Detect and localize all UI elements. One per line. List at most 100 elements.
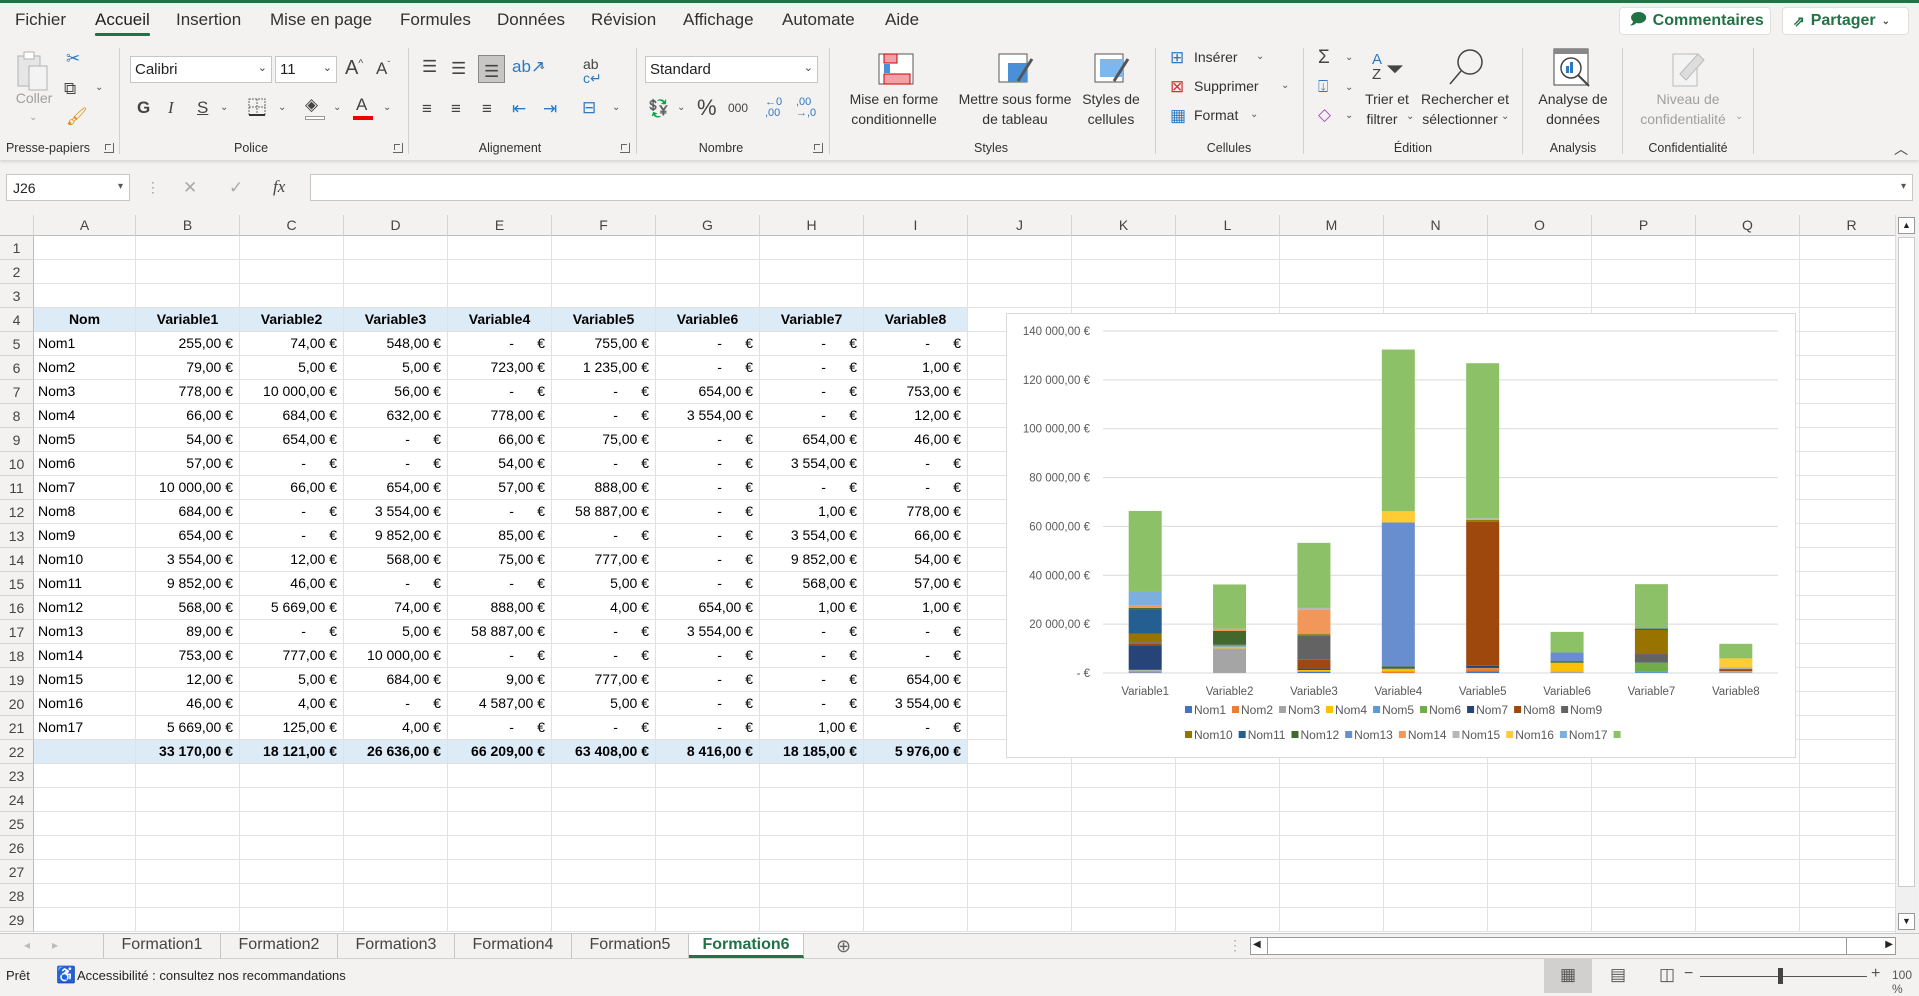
- cell[interactable]: [1800, 908, 1895, 932]
- cell[interactable]: [1696, 860, 1800, 884]
- cell[interactable]: [1800, 836, 1895, 860]
- value-cell[interactable]: - €: [344, 452, 448, 476]
- value-cell[interactable]: - €: [344, 428, 448, 452]
- value-cell[interactable]: - €: [656, 428, 760, 452]
- value-cell[interactable]: 3 554,00 €: [656, 404, 760, 428]
- cell[interactable]: [1800, 812, 1895, 836]
- cell[interactable]: [968, 860, 1072, 884]
- dialog-launcher-icon[interactable]: [393, 143, 403, 153]
- value-cell[interactable]: 4,00 €: [344, 716, 448, 740]
- cell[interactable]: [1384, 884, 1488, 908]
- chevron-down-icon[interactable]: ⌄: [220, 102, 228, 113]
- cell[interactable]: [34, 908, 136, 932]
- drag-handle-icon[interactable]: ⋮: [146, 180, 160, 194]
- borders-icon[interactable]: [248, 98, 266, 116]
- cell[interactable]: [34, 836, 136, 860]
- cell[interactable]: [864, 908, 968, 932]
- cell[interactable]: [1800, 236, 1895, 260]
- value-cell[interactable]: - €: [864, 332, 968, 356]
- cell[interactable]: [1280, 884, 1384, 908]
- value-cell[interactable]: - €: [760, 644, 864, 668]
- value-cell[interactable]: - €: [448, 500, 552, 524]
- cell[interactable]: [1800, 500, 1895, 524]
- cell[interactable]: [1280, 764, 1384, 788]
- value-cell[interactable]: - €: [864, 716, 968, 740]
- cell[interactable]: [1488, 860, 1592, 884]
- decrease-decimal-icon[interactable]: ,00→,0: [796, 97, 816, 119]
- value-cell[interactable]: 5,00 €: [344, 356, 448, 380]
- cell[interactable]: [1176, 260, 1280, 284]
- row-name-cell[interactable]: Nom1: [34, 332, 136, 356]
- cell[interactable]: [1800, 788, 1895, 812]
- cell[interactable]: [1800, 428, 1895, 452]
- cell[interactable]: [1072, 764, 1176, 788]
- row-name-cell[interactable]: Nom10: [34, 548, 136, 572]
- chevron-down-icon[interactable]: ⌄: [538, 61, 546, 72]
- cell[interactable]: [1800, 668, 1895, 692]
- cell[interactable]: [240, 260, 344, 284]
- cell[interactable]: [1800, 596, 1895, 620]
- zoom-out-icon[interactable]: −: [1684, 965, 1693, 983]
- value-cell[interactable]: 46,00 €: [240, 572, 344, 596]
- value-cell[interactable]: 778,00 €: [448, 404, 552, 428]
- value-cell[interactable]: 66,00 €: [136, 404, 240, 428]
- cell[interactable]: [968, 284, 1072, 308]
- value-cell[interactable]: - €: [552, 404, 656, 428]
- column-header[interactable]: A: [34, 215, 136, 236]
- value-cell[interactable]: - €: [240, 620, 344, 644]
- value-cell[interactable]: 4,00 €: [552, 596, 656, 620]
- value-cell[interactable]: - €: [760, 668, 864, 692]
- dialog-launcher-icon[interactable]: [620, 143, 630, 153]
- value-cell[interactable]: - €: [240, 524, 344, 548]
- value-cell[interactable]: 753,00 €: [136, 644, 240, 668]
- value-cell[interactable]: 9 852,00 €: [344, 524, 448, 548]
- value-cell[interactable]: - €: [656, 572, 760, 596]
- cell[interactable]: [1176, 284, 1280, 308]
- row-header[interactable]: 13: [0, 524, 34, 548]
- value-cell[interactable]: - €: [760, 332, 864, 356]
- cell[interactable]: [552, 812, 656, 836]
- cell[interactable]: [656, 908, 760, 932]
- row-header[interactable]: 19: [0, 668, 34, 692]
- row-header[interactable]: 11: [0, 476, 34, 500]
- share-button[interactable]: ⇗ Partager ⌄: [1782, 7, 1909, 35]
- cell[interactable]: [1488, 260, 1592, 284]
- cell[interactable]: [448, 908, 552, 932]
- cell[interactable]: [968, 908, 1072, 932]
- cell[interactable]: [1384, 764, 1488, 788]
- add-sheet-icon[interactable]: ⊕: [836, 937, 851, 955]
- value-cell[interactable]: - €: [760, 356, 864, 380]
- value-cell[interactable]: 255,00 €: [136, 332, 240, 356]
- tab-insertion[interactable]: Insertion: [176, 10, 241, 30]
- cell[interactable]: [1696, 260, 1800, 284]
- cell[interactable]: [1280, 812, 1384, 836]
- cell[interactable]: [968, 836, 1072, 860]
- font-color-icon[interactable]: A: [356, 96, 367, 113]
- cell[interactable]: [1800, 356, 1895, 380]
- tab-aide[interactable]: Aide: [885, 10, 919, 30]
- cell[interactable]: [1280, 908, 1384, 932]
- value-cell[interactable]: 46,00 €: [136, 692, 240, 716]
- column-header[interactable]: B: [136, 215, 240, 236]
- value-cell[interactable]: - €: [656, 356, 760, 380]
- row-header[interactable]: 26: [0, 836, 34, 860]
- sheet-tab-formation5[interactable]: Formation5: [572, 934, 689, 958]
- cell[interactable]: [448, 236, 552, 260]
- cell[interactable]: [1072, 260, 1176, 284]
- cell[interactable]: [136, 236, 240, 260]
- cell[interactable]: [552, 284, 656, 308]
- horizontal-scroll-thumb[interactable]: [1267, 938, 1847, 954]
- cell[interactable]: [1488, 908, 1592, 932]
- cell[interactable]: [1488, 284, 1592, 308]
- cell[interactable]: [760, 812, 864, 836]
- row-name-cell[interactable]: Nom3: [34, 380, 136, 404]
- value-cell[interactable]: 66,00 €: [864, 524, 968, 548]
- value-cell[interactable]: 3 554,00 €: [760, 524, 864, 548]
- cell[interactable]: [864, 812, 968, 836]
- value-cell[interactable]: 58 887,00 €: [448, 620, 552, 644]
- cell[interactable]: [552, 788, 656, 812]
- align-left-icon[interactable]: ≡: [422, 100, 432, 117]
- row-name-cell[interactable]: Nom11: [34, 572, 136, 596]
- italic-button[interactable]: I: [168, 99, 174, 116]
- value-cell[interactable]: 9 852,00 €: [136, 572, 240, 596]
